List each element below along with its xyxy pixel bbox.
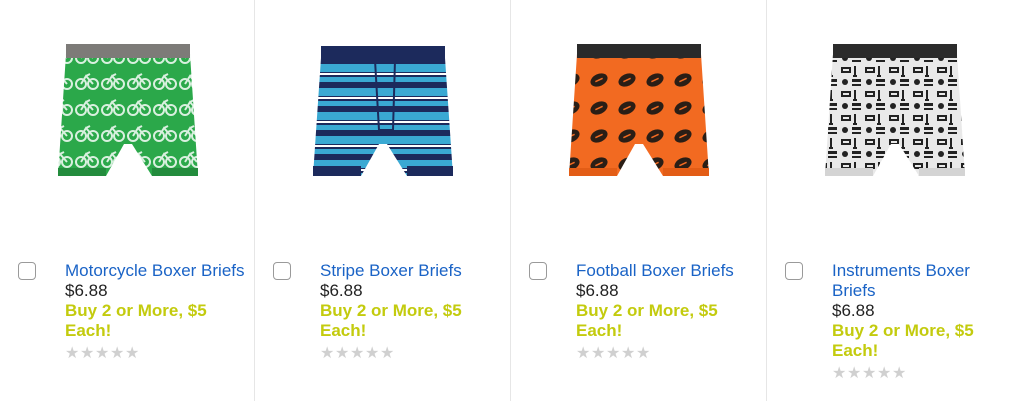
product-card: Football Boxer Briefs $6.88 Buy 2 or Mor… xyxy=(511,0,767,401)
star-icon: ★ xyxy=(636,345,651,362)
star-icon: ★ xyxy=(606,345,621,362)
product-title-link[interactable]: Stripe Boxer Briefs xyxy=(320,261,502,281)
star-icon: ★ xyxy=(380,345,395,362)
compare-checkbox[interactable] xyxy=(18,262,36,280)
star-icon: ★ xyxy=(320,345,335,362)
rating-stars: ★★★★★ xyxy=(320,345,502,363)
star-icon: ★ xyxy=(335,345,350,362)
product-price: $6.88 xyxy=(65,281,108,300)
star-icon: ★ xyxy=(125,345,140,362)
compare-checkbox[interactable] xyxy=(529,262,547,280)
product-title-link[interactable]: Instruments Boxer Briefs xyxy=(832,261,1014,301)
star-icon: ★ xyxy=(621,345,636,362)
product-image-stripe[interactable] xyxy=(275,20,491,220)
product-info: Instruments Boxer Briefs $6.88 Buy 2 or … xyxy=(832,261,1014,383)
product-card: Instruments Boxer Briefs $6.88 Buy 2 or … xyxy=(767,0,1023,401)
product-image-motorcycle[interactable] xyxy=(20,20,236,220)
promo-text: Buy 2 or More, $5 Each! xyxy=(320,301,462,340)
product-price: $6.88 xyxy=(320,281,363,300)
star-icon: ★ xyxy=(591,345,606,362)
compare-checkbox[interactable] xyxy=(785,262,803,280)
product-info: Stripe Boxer Briefs $6.88 Buy 2 or More,… xyxy=(320,261,502,363)
product-info: Motorcycle Boxer Briefs $6.88 Buy 2 or M… xyxy=(65,261,247,363)
star-icon: ★ xyxy=(65,345,80,362)
product-card: Motorcycle Boxer Briefs $6.88 Buy 2 or M… xyxy=(0,0,255,401)
star-icon: ★ xyxy=(877,365,892,382)
star-icon: ★ xyxy=(365,345,380,362)
star-icon: ★ xyxy=(862,365,877,382)
product-price: $6.88 xyxy=(832,301,875,320)
star-icon: ★ xyxy=(80,345,95,362)
product-title-link[interactable]: Motorcycle Boxer Briefs xyxy=(65,261,247,281)
promo-text: Buy 2 or More, $5 Each! xyxy=(832,321,974,360)
compare-checkbox[interactable] xyxy=(273,262,291,280)
star-icon: ★ xyxy=(847,365,862,382)
rating-stars: ★★★★★ xyxy=(832,365,1014,383)
promo-text: Buy 2 or More, $5 Each! xyxy=(576,301,718,340)
star-icon: ★ xyxy=(576,345,591,362)
star-icon: ★ xyxy=(832,365,847,382)
star-icon: ★ xyxy=(95,345,110,362)
star-icon: ★ xyxy=(110,345,125,362)
product-price: $6.88 xyxy=(576,281,619,300)
product-grid: Motorcycle Boxer Briefs $6.88 Buy 2 or M… xyxy=(0,0,1024,401)
product-image-football[interactable] xyxy=(531,20,747,220)
star-icon: ★ xyxy=(350,345,365,362)
product-image-instruments[interactable] xyxy=(787,20,1003,220)
product-title-link[interactable]: Football Boxer Briefs xyxy=(576,261,758,281)
product-card: Stripe Boxer Briefs $6.88 Buy 2 or More,… xyxy=(255,0,511,401)
rating-stars: ★★★★★ xyxy=(65,345,247,363)
product-info: Football Boxer Briefs $6.88 Buy 2 or Mor… xyxy=(576,261,758,363)
promo-text: Buy 2 or More, $5 Each! xyxy=(65,301,207,340)
rating-stars: ★★★★★ xyxy=(576,345,758,363)
star-icon: ★ xyxy=(892,365,907,382)
